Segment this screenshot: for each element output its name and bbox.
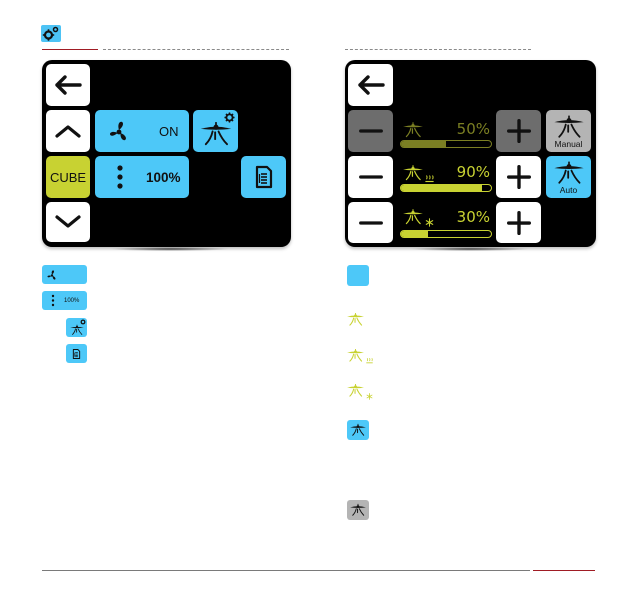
minus-icon bbox=[356, 162, 386, 192]
gear-icon bbox=[80, 319, 86, 325]
legend-diffuser-icon bbox=[346, 312, 365, 327]
legend-snowflake-icon bbox=[366, 393, 373, 400]
legend-diffuser-snow-icon bbox=[346, 383, 365, 398]
plus-icon bbox=[504, 162, 534, 192]
standard-intensity-bar bbox=[400, 140, 492, 148]
vertical-dots-icon bbox=[117, 165, 123, 189]
document-icon bbox=[72, 348, 81, 360]
fan-icon bbox=[46, 269, 58, 281]
minus-icon bbox=[356, 208, 386, 238]
heat-intensity-bar-fill bbox=[401, 185, 482, 191]
increase-cool-button[interactable] bbox=[496, 202, 541, 243]
cool-intensity-bar-fill bbox=[401, 231, 428, 237]
fan-status-label: ON bbox=[159, 123, 179, 139]
arrow-left-icon bbox=[52, 73, 84, 97]
legend-manual-icon bbox=[347, 500, 369, 520]
header-rule-dashed-left bbox=[103, 49, 289, 50]
decrease-cool-button[interactable] bbox=[348, 202, 393, 243]
diffuser-icon bbox=[349, 423, 367, 437]
auto-mode-button[interactable]: Auto bbox=[546, 156, 591, 198]
right-device-screen: 50% 90% 30% Manual Auto bbox=[345, 60, 596, 247]
diffuser-icon bbox=[402, 121, 424, 139]
left-device-screen: CUBE ON 100% bbox=[42, 60, 291, 247]
document-icon bbox=[254, 165, 274, 189]
cube-button[interactable]: CUBE bbox=[46, 156, 90, 198]
scroll-up-button[interactable] bbox=[46, 110, 90, 152]
standard-intensity-value: 50% bbox=[456, 120, 490, 138]
left-screen-shadow bbox=[110, 247, 230, 251]
cool-intensity-value: 30% bbox=[456, 208, 490, 226]
fan-icon bbox=[107, 119, 131, 143]
chevron-down-icon bbox=[52, 212, 84, 232]
heat-intensity-value: 90% bbox=[456, 163, 490, 181]
manual-mode-button[interactable]: Manual bbox=[546, 110, 591, 152]
fan-toggle-button[interactable]: ON bbox=[95, 110, 189, 152]
diffuser-icon bbox=[69, 324, 85, 336]
vertical-dots-icon bbox=[51, 294, 55, 307]
cool-intensity-bar bbox=[400, 230, 492, 238]
chevron-up-icon bbox=[52, 121, 84, 141]
plus-icon bbox=[504, 116, 534, 146]
diffuser-icon bbox=[552, 160, 586, 186]
aroma-settings-button[interactable] bbox=[193, 110, 238, 152]
speed-value-label: 100% bbox=[146, 169, 181, 185]
cube-label: CUBE bbox=[49, 169, 87, 185]
diffuser-icon bbox=[402, 164, 424, 182]
legend-speed-button: 100% bbox=[42, 291, 87, 310]
legend-fan-button bbox=[42, 265, 87, 284]
legend-blue-square bbox=[347, 265, 369, 286]
back-button[interactable] bbox=[46, 64, 90, 106]
arrow-left-icon bbox=[355, 73, 387, 97]
right-screen-shadow bbox=[410, 247, 530, 251]
diffuser-icon bbox=[552, 114, 586, 140]
legend-heat-icon bbox=[366, 357, 373, 364]
speed-button[interactable]: 100% bbox=[95, 156, 189, 198]
increase-heat-button[interactable] bbox=[496, 156, 541, 198]
standard-intensity-bar-fill bbox=[401, 141, 446, 147]
legend-document-button bbox=[66, 344, 87, 363]
legend-speed-label: 100% bbox=[64, 297, 80, 304]
plus-icon bbox=[504, 208, 534, 238]
header-rule-dashed-right bbox=[345, 49, 531, 50]
legend-aroma-settings-button bbox=[66, 318, 87, 337]
scroll-down-button[interactable] bbox=[46, 202, 90, 242]
settings-gears-icon bbox=[41, 25, 61, 42]
minus-icon bbox=[356, 116, 386, 146]
decrease-standard-button[interactable] bbox=[348, 110, 393, 152]
footer-rule-accent bbox=[533, 570, 595, 571]
diffuser-icon bbox=[402, 208, 424, 226]
auto-mode-label: Auto bbox=[559, 185, 578, 195]
legend-diffuser-heat-icon bbox=[346, 348, 365, 363]
gear-icon bbox=[224, 112, 235, 123]
decrease-heat-button[interactable] bbox=[348, 156, 393, 198]
gears-icon bbox=[41, 25, 61, 42]
footer-rule bbox=[42, 570, 530, 571]
diffuser-icon bbox=[199, 120, 233, 148]
diffuser-icon bbox=[349, 503, 367, 517]
header-rule-accent bbox=[42, 49, 98, 50]
legend-auto-icon bbox=[347, 420, 369, 440]
document-button[interactable] bbox=[241, 156, 286, 198]
increase-standard-button[interactable] bbox=[496, 110, 541, 152]
heat-intensity-bar bbox=[400, 184, 492, 192]
manual-mode-label: Manual bbox=[554, 139, 583, 149]
back-button[interactable] bbox=[348, 64, 393, 106]
